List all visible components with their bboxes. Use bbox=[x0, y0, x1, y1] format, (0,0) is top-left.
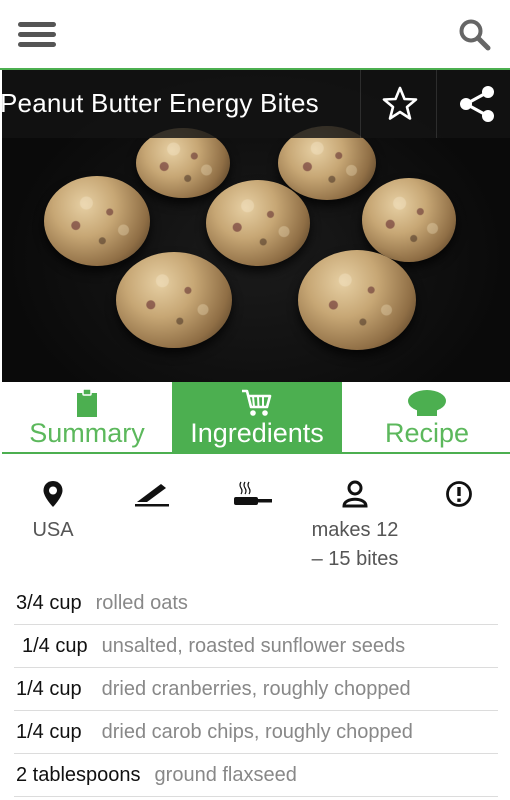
alert-info[interactable] bbox=[409, 480, 509, 508]
frying-pan-icon bbox=[234, 481, 272, 505]
recipe-info-row: USA makes 12 – 15 bites bbox=[0, 470, 510, 570]
list-item[interactable]: 3/4 cup rolled oats bbox=[14, 582, 498, 625]
person-icon bbox=[342, 480, 368, 508]
energy-bite bbox=[136, 128, 230, 198]
shopping-cart-icon bbox=[242, 389, 272, 416]
tab-ingredients-label: Ingredients bbox=[190, 418, 324, 448]
tab-recipe[interactable]: Recipe bbox=[342, 382, 510, 452]
servings-text: makes 12 – 15 bites bbox=[311, 519, 399, 570]
favorite-button[interactable] bbox=[372, 84, 428, 124]
recipe-hero-image: Peanut Butter Energy Bites bbox=[2, 70, 510, 382]
energy-bite bbox=[362, 178, 456, 262]
location-pin-icon bbox=[43, 481, 63, 507]
ingredient-name: dried carob chips, roughly chopped bbox=[101, 720, 413, 743]
ingredient-quantity: 1/4 cup bbox=[16, 720, 82, 743]
share-icon bbox=[460, 86, 494, 122]
list-item[interactable]: 1/4 cup dried cranberries, roughly chopp… bbox=[14, 668, 498, 711]
star-outline-icon bbox=[382, 86, 418, 120]
menu-button[interactable] bbox=[18, 22, 56, 50]
servings-info: makes 12 – 15 bites bbox=[305, 480, 405, 574]
ingredient-quantity: 1/4 cup bbox=[22, 634, 88, 657]
ingredient-quantity: 1/4 cup bbox=[16, 677, 82, 700]
ingredient-name: rolled oats bbox=[95, 591, 188, 614]
tab-ingredients[interactable]: Ingredients bbox=[172, 382, 342, 452]
recipe-tabs: Summary Ingredients Recipe bbox=[2, 382, 510, 454]
ingredient-quantity: 3/4 cup bbox=[16, 591, 82, 614]
ingredient-quantity: 2 tablespoons bbox=[16, 763, 141, 786]
search-button[interactable] bbox=[458, 18, 492, 52]
hamburger-menu-icon bbox=[18, 22, 56, 27]
recipe-title: Peanut Butter Energy Bites bbox=[2, 88, 319, 118]
prep-info bbox=[103, 480, 203, 508]
list-item[interactable]: 1/4 cup dried carob chips, roughly chopp… bbox=[14, 711, 498, 754]
tab-summary[interactable]: Summary bbox=[2, 382, 172, 452]
search-icon bbox=[459, 19, 491, 51]
energy-bite bbox=[298, 250, 416, 350]
cook-info bbox=[203, 480, 303, 508]
ingredient-name: dried cranberries, roughly chopped bbox=[101, 677, 411, 700]
list-item[interactable]: 1/4 cup unsalted, roasted sunflower seed… bbox=[14, 625, 498, 668]
ingredient-name: ground flaxseed bbox=[154, 763, 297, 786]
origin-text: USA bbox=[32, 519, 74, 541]
app-bar bbox=[0, 0, 510, 70]
energy-bite bbox=[206, 180, 310, 266]
clipboard-icon bbox=[77, 388, 97, 417]
ingredient-name: unsalted, roasted sunflower seeds bbox=[101, 634, 406, 657]
title-bar: Peanut Butter Energy Bites bbox=[2, 70, 510, 138]
tab-summary-label: Summary bbox=[29, 418, 145, 448]
chef-hat-icon bbox=[408, 390, 446, 416]
tab-recipe-label: Recipe bbox=[384, 418, 470, 448]
origin-info: USA bbox=[3, 480, 103, 545]
list-item[interactable]: 2 tablespoons ground flaxseed bbox=[14, 754, 498, 797]
knife-icon bbox=[135, 484, 169, 507]
alert-icon bbox=[446, 481, 472, 507]
energy-bite bbox=[44, 176, 150, 266]
share-button[interactable] bbox=[448, 84, 504, 124]
energy-bite bbox=[116, 252, 232, 348]
